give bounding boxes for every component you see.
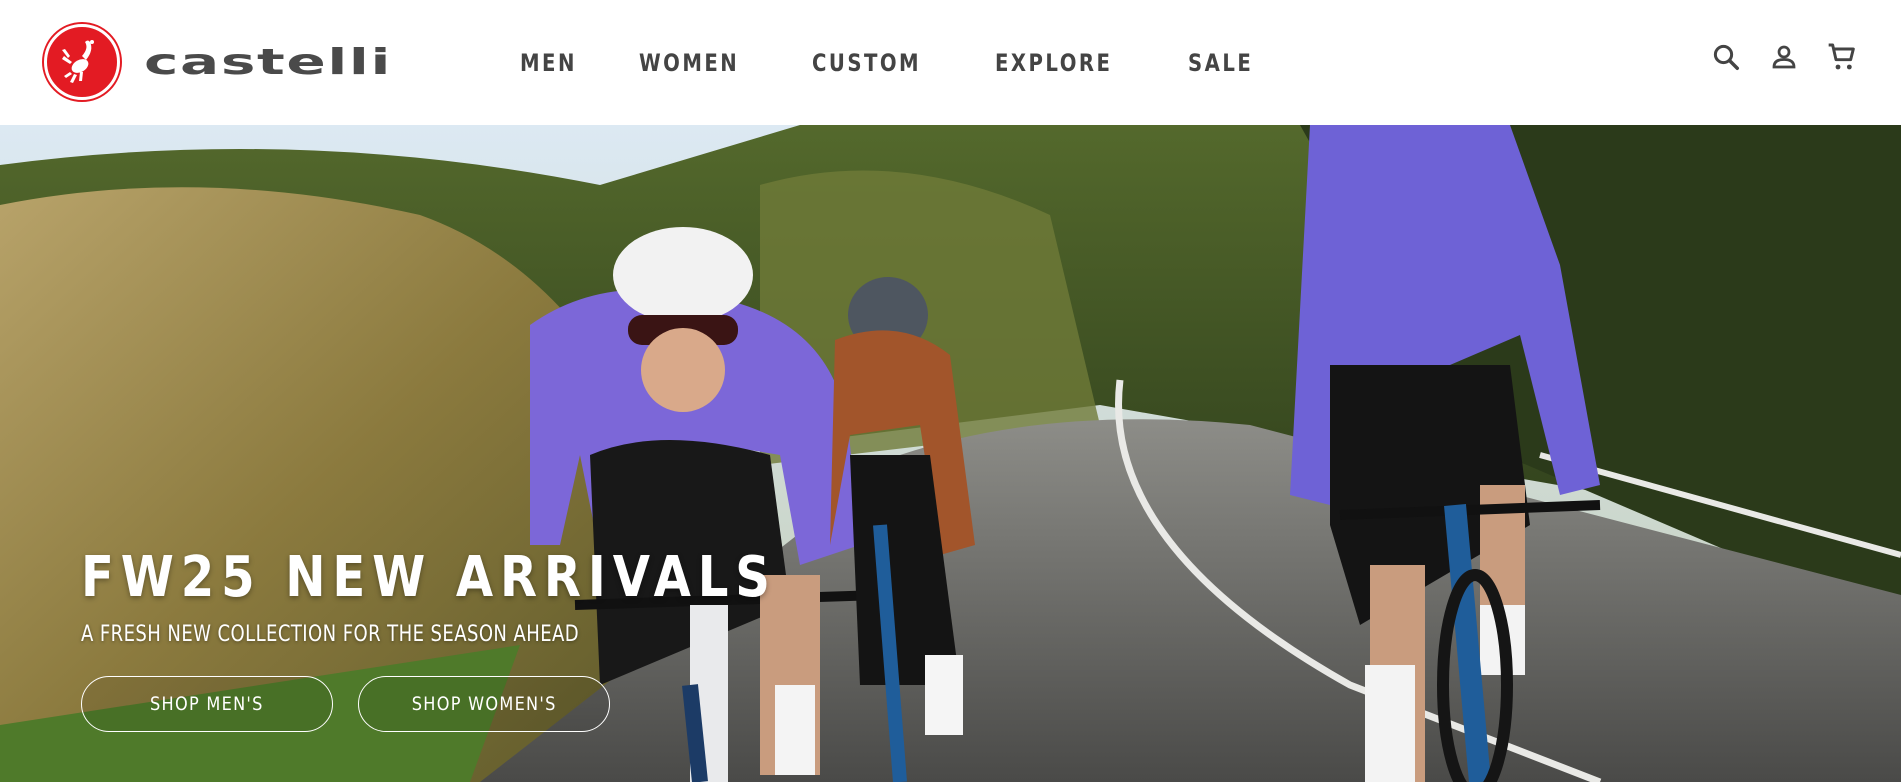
nav-item-explore[interactable]: EXPLORE [995, 49, 1112, 77]
svg-text:castelli: castelli [144, 44, 392, 80]
brand-wordmark: castelli [144, 44, 392, 80]
shop-mens-button[interactable]: SHOP MEN'S [81, 676, 333, 732]
search-icon[interactable] [1709, 40, 1743, 74]
hero-banner: FW25 NEW ARRIVALS A FRESH NEW COLLECTION… [0, 125, 1901, 782]
hero-copy: FW25 NEW ARRIVALS A FRESH NEW COLLECTION… [81, 545, 890, 647]
scorpion-icon [44, 24, 120, 100]
cart-icon[interactable] [1825, 40, 1859, 74]
account-icon[interactable] [1767, 40, 1801, 74]
main-nav: MEN WOMEN CUSTOM EXPLORE SALE [520, 0, 1317, 125]
shop-mens-label: SHOP MEN'S [150, 693, 264, 715]
site-header: castelli MEN WOMEN CUSTOM EXPLORE SALE [0, 0, 1901, 125]
nav-item-custom[interactable]: CUSTOM [812, 49, 921, 77]
hero-cta-group: SHOP MEN'S SHOP WOMEN'S [81, 676, 610, 732]
nav-item-women[interactable]: WOMEN [639, 49, 739, 77]
hero-title: FW25 NEW ARRIVALS [81, 545, 777, 610]
brand-logo[interactable]: castelli [44, 24, 394, 100]
hero-subtitle: A FRESH NEW COLLECTION FOR THE SEASON AH… [81, 622, 580, 647]
nav-item-sale[interactable]: SALE [1188, 49, 1253, 77]
shop-womens-label: SHOP WOMEN'S [411, 693, 557, 715]
shop-womens-button[interactable]: SHOP WOMEN'S [358, 676, 610, 732]
nav-item-men[interactable]: MEN [520, 49, 577, 77]
utility-nav [1709, 40, 1859, 74]
